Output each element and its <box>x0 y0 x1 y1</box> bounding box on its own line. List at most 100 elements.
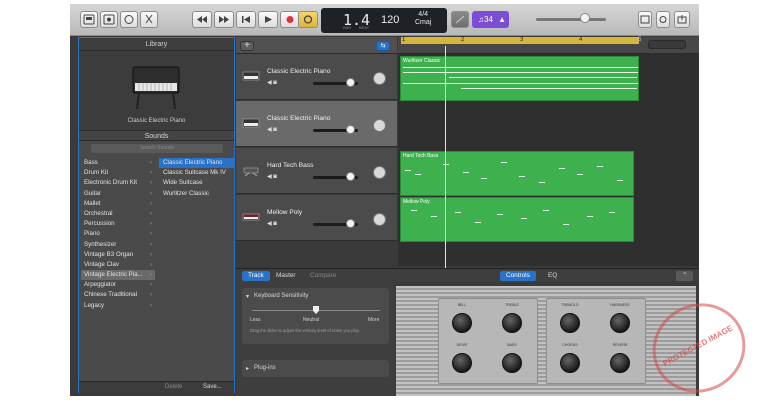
drive-knob[interactable] <box>452 353 472 373</box>
tab-compare[interactable]: Compare <box>304 271 342 281</box>
mute-solo-icons[interactable]: ◀ ◙ <box>267 173 277 180</box>
plugins-row[interactable]: ▸ Plug-ins <box>242 360 389 377</box>
scissors-button[interactable] <box>140 11 158 28</box>
bass-knob[interactable] <box>502 353 522 373</box>
share-icon <box>677 15 687 24</box>
track-volume-knob[interactable] <box>346 125 355 134</box>
midi-region[interactable]: Mellow Poly <box>400 197 634 242</box>
zoom-control[interactable] <box>648 40 686 49</box>
patch-item[interactable]: Classic Suitcase Mk IV <box>159 168 234 178</box>
chorus-knob[interactable] <box>560 353 580 373</box>
mute-solo-icons[interactable]: ◀ ◙ <box>267 126 277 133</box>
lcd-display[interactable]: 1.4 BAR BEAT 120 4/4 Cmaj <box>321 8 447 33</box>
category-item[interactable]: Synthesizer › <box>81 240 155 250</box>
lcd-bar-label: BAR <box>343 25 352 30</box>
ruler-number: 4 <box>579 37 583 43</box>
patch-item[interactable]: Wurlitzer Classic <box>159 189 234 199</box>
chevron-right-icon: › <box>150 282 152 289</box>
go-to-start-button[interactable] <box>236 11 256 28</box>
reverb-knob[interactable] <box>610 353 630 373</box>
patch-item-selected[interactable]: Classic Electric Piano <box>159 158 234 169</box>
cycle-mode-button[interactable] <box>298 11 318 28</box>
forward-button[interactable] <box>214 11 234 28</box>
loops-button[interactable] <box>656 11 670 28</box>
tab-controls[interactable]: Controls <box>500 271 536 281</box>
tab-master[interactable]: Master <box>270 271 302 281</box>
mute-solo-icons[interactable]: ◀ ◙ <box>267 79 277 86</box>
collapse-button[interactable]: ⌃ <box>676 271 694 281</box>
save-button[interactable]: Save... <box>203 384 222 390</box>
add-track-button[interactable]: + <box>240 41 254 51</box>
treble-knob[interactable] <box>502 313 522 333</box>
electric-piano-icon <box>242 71 260 81</box>
electric-piano-icon <box>242 118 260 128</box>
tab-track[interactable]: Track <box>242 271 270 281</box>
sound-search-input[interactable]: Search Sounds <box>91 144 223 153</box>
lcd-beat-label: BEAT <box>359 25 370 30</box>
tracks-area[interactable]: Wurlitzer Classic Hard Tech Bass Mellow … <box>398 54 699 266</box>
library-button[interactable] <box>80 11 98 28</box>
bell-knob[interactable] <box>452 313 472 333</box>
track-volume-knob[interactable] <box>346 78 355 87</box>
track-pan-dial[interactable] <box>373 166 386 179</box>
sensitivity-slider-thumb[interactable] <box>313 306 319 314</box>
rewind-button[interactable] <box>192 11 212 28</box>
category-item[interactable]: Guitar › <box>81 189 155 199</box>
share-button[interactable] <box>674 11 690 28</box>
category-item[interactable]: Electronic Drum Kit › <box>81 178 155 188</box>
track-row[interactable]: Hard Tech Bass ◀ ◙ <box>236 148 397 194</box>
play-button[interactable] <box>258 11 278 28</box>
notepad-button[interactable] <box>638 11 652 28</box>
forward-icon <box>219 16 229 23</box>
chevron-right-icon: › <box>150 292 152 299</box>
disclosure-triangle-icon[interactable]: ▾ <box>246 293 249 300</box>
tab-eq[interactable]: EQ <box>542 271 563 281</box>
midi-region[interactable]: Wurlitzer Classic <box>400 56 639 101</box>
hardness-knob[interactable] <box>610 313 630 333</box>
midi-region[interactable]: Hard Tech Bass <box>400 151 634 196</box>
chevron-right-icon: › <box>150 261 152 268</box>
category-item[interactable]: Vintage Clav › <box>81 260 155 270</box>
category-item[interactable]: Piano › <box>81 229 155 239</box>
tremolo-knob[interactable] <box>560 313 580 333</box>
category-item[interactable]: Orchestral › <box>81 209 155 219</box>
count-in-label: ♫34 <box>478 15 493 24</box>
category-item[interactable]: Mallet › <box>81 199 155 209</box>
category-item[interactable]: Bass › <box>81 158 155 168</box>
category-item[interactable]: Chinese Traditional › <box>81 290 155 300</box>
record-icon <box>286 16 294 23</box>
category-item-selected[interactable]: Vintage Electric Pia... › <box>81 270 155 281</box>
category-item[interactable]: Vintage B3 Organ › <box>81 250 155 260</box>
track-volume-knob[interactable] <box>346 219 355 228</box>
category-item[interactable]: Percussion › <box>81 219 155 229</box>
slider-less-label: Less <box>250 317 261 323</box>
track-pan-dial[interactable] <box>373 213 386 226</box>
count-in-button[interactable]: ♫34 ▲ <box>472 11 509 28</box>
region-label: Mellow Poly <box>403 199 430 205</box>
track-row-selected[interactable]: Classic Electric Piano ◀ ◙ <box>236 101 397 147</box>
playhead[interactable] <box>445 46 446 268</box>
track-pan-dial[interactable] <box>373 72 386 85</box>
patch-item[interactable]: Wide Suitcase <box>159 178 234 188</box>
record-button[interactable] <box>280 11 300 28</box>
track-pan-dial[interactable] <box>373 119 386 132</box>
smart-tempo-button[interactable]: ⇆ <box>376 41 390 51</box>
track-volume-knob[interactable] <box>346 172 355 181</box>
mute-solo-icons[interactable]: ◀ ◙ <box>267 220 277 227</box>
track-row[interactable]: Classic Electric Piano ◀ ◙ <box>236 54 397 100</box>
category-list: Bass › Drum Kit › Electronic Drum Kit › Gui… <box>81 158 155 311</box>
editors-button[interactable] <box>120 11 138 28</box>
master-volume-knob[interactable] <box>580 13 590 23</box>
delete-button[interactable]: Delete <box>165 384 182 390</box>
master-volume-slider[interactable] <box>536 18 606 21</box>
category-item[interactable]: Arpeggiator › <box>81 280 155 290</box>
tuner-button[interactable] <box>451 11 469 28</box>
library-footer: Delete Save... <box>79 381 234 393</box>
library-icon <box>83 14 95 25</box>
smart-controls-button[interactable] <box>100 11 118 28</box>
category-item[interactable]: Legacy › <box>81 301 155 311</box>
synth-bass-icon <box>243 167 259 177</box>
knob-label: TREMOLO <box>561 303 579 307</box>
category-item[interactable]: Drum Kit › <box>81 168 155 178</box>
track-row[interactable]: Mellow Poly ◀ ◙ <box>236 195 397 241</box>
